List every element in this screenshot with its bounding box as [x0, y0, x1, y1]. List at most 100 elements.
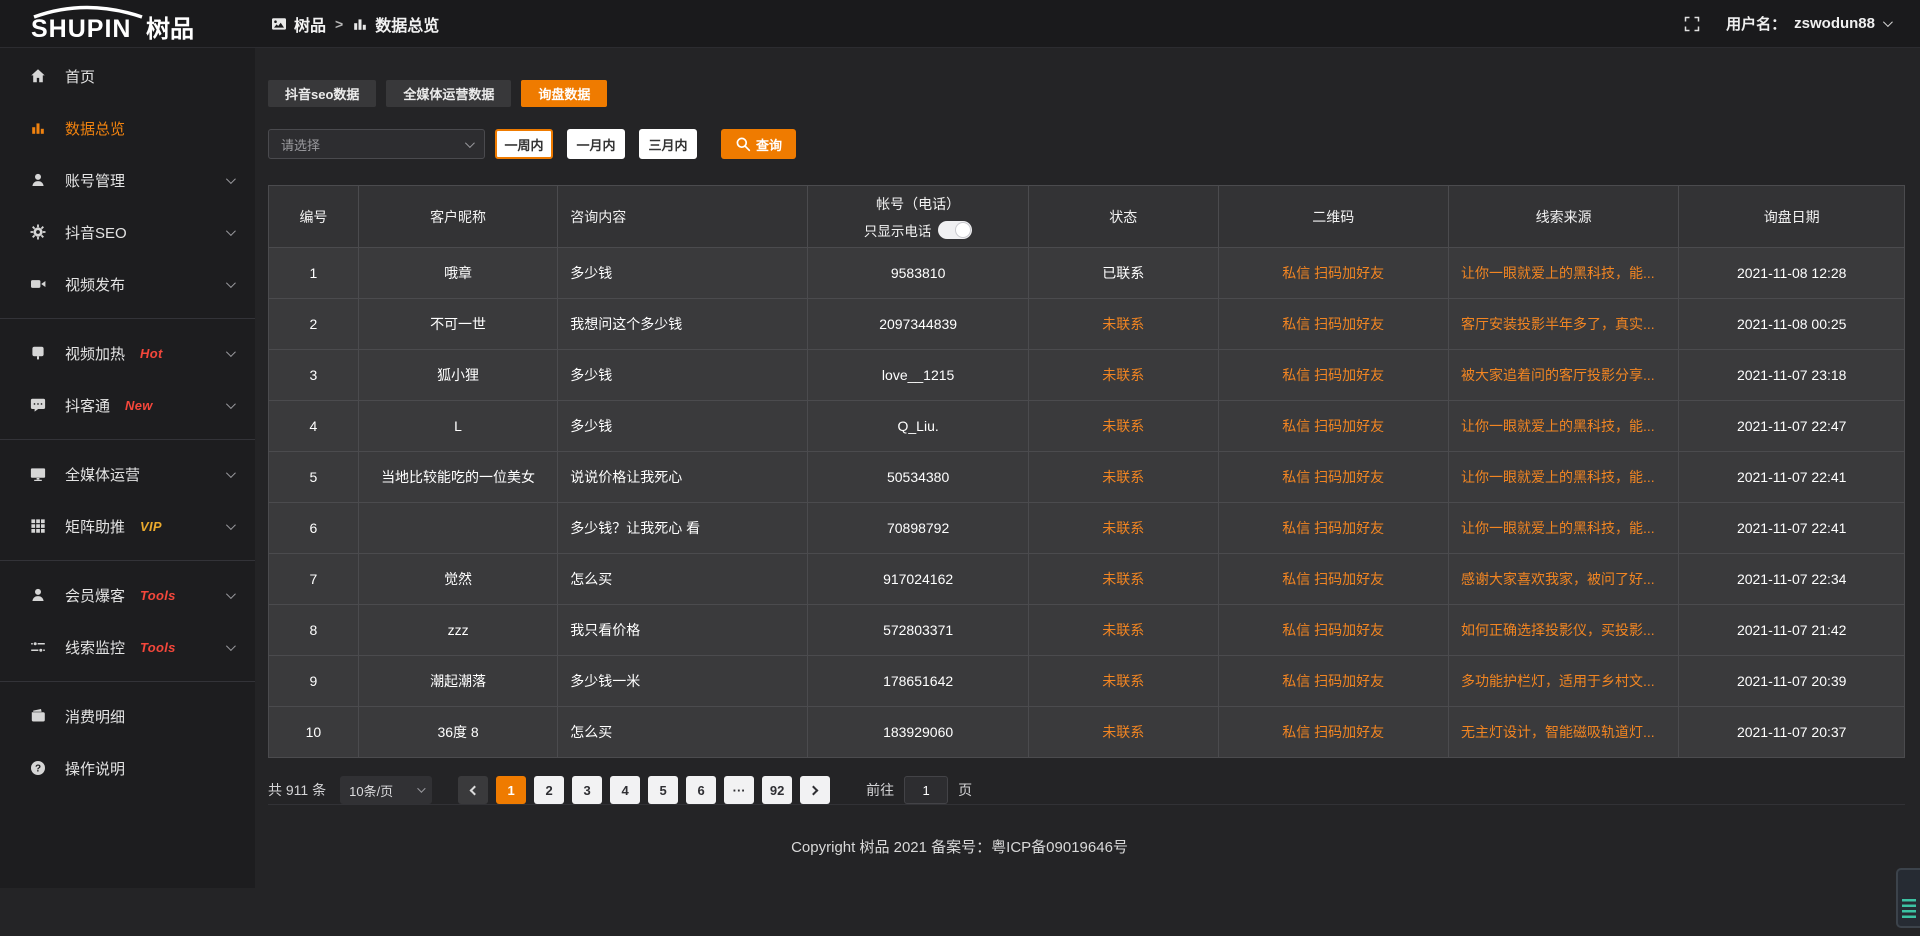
- svg-text:?: ?: [35, 764, 41, 775]
- next-page-button[interactable]: [800, 776, 830, 804]
- page-size-select[interactable]: 10条/页: [340, 776, 432, 804]
- cell-qrcode-link[interactable]: 私信 扫码加好友: [1218, 503, 1448, 554]
- tab-douyin-seo-data[interactable]: 抖音seo数据: [268, 80, 376, 107]
- cell-source-link[interactable]: 如何正确选择投影仪，买投影...: [1448, 605, 1678, 656]
- tab-media-ops-data[interactable]: 全媒体运营数据: [386, 80, 511, 107]
- cell-source-link[interactable]: 多功能护栏灯，适用于乡村文...: [1448, 656, 1678, 707]
- tab-inquiry-data[interactable]: 询盘数据: [521, 80, 607, 107]
- cell-qrcode-link[interactable]: 私信 扫码加好友: [1218, 299, 1448, 350]
- page-button-5[interactable]: 5: [648, 776, 678, 804]
- cell-nickname: 狐小狸: [358, 350, 557, 401]
- sidebar-item-overview[interactable]: 数据总览: [0, 102, 255, 154]
- cell-qrcode-link[interactable]: 私信 扫码加好友: [1218, 554, 1448, 605]
- cell-account: Q_Liu.: [808, 401, 1029, 452]
- cell-account: 178651642: [808, 656, 1029, 707]
- sidebar-item-matrix-boost[interactable]: 矩阵助推VIP: [0, 500, 255, 552]
- prev-page-button[interactable]: [458, 776, 488, 804]
- cell-date: 2021-11-07 20:39: [1679, 656, 1905, 707]
- cell-qrcode-link[interactable]: 私信 扫码加好友: [1218, 707, 1448, 758]
- cell-source-link[interactable]: 被大家追着问的客厅投影分享...: [1448, 350, 1678, 401]
- cell-qrcode-link[interactable]: 私信 扫码加好友: [1218, 605, 1448, 656]
- date-range-button[interactable]: 一周内: [495, 129, 553, 159]
- cell-qrcode-link[interactable]: 私信 扫码加好友: [1218, 350, 1448, 401]
- cell-qrcode-link[interactable]: 私信 扫码加好友: [1218, 452, 1448, 503]
- cell-source-link[interactable]: 无主灯设计，智能磁吸轨道灯...: [1448, 707, 1678, 758]
- cell-content: 多少钱？让我死心 看: [558, 503, 808, 554]
- page-button-92[interactable]: 92: [762, 776, 792, 804]
- sidebar-item-expense-detail[interactable]: 消费明细: [0, 690, 255, 742]
- account-header-label: 帐号（电话）: [820, 194, 1016, 214]
- cell-id: 2: [269, 299, 359, 350]
- cell-source-link[interactable]: 让你一眼就爱上的黑科技，能...: [1448, 503, 1678, 554]
- page-number-buttons: 123456 ··· 92: [488, 776, 792, 804]
- cell-account: 70898792: [808, 503, 1029, 554]
- page-button-3[interactable]: 3: [572, 776, 602, 804]
- breadcrumb-item-root[interactable]: 树品: [271, 12, 326, 36]
- filter-select[interactable]: 请选择: [268, 129, 485, 159]
- page-button-4[interactable]: 4: [610, 776, 640, 804]
- cell-qrcode-link[interactable]: 私信 扫码加好友: [1218, 656, 1448, 707]
- sidebar-item-label: 账号管理: [65, 170, 125, 191]
- date-range-button[interactable]: 三月内: [639, 129, 697, 159]
- cell-id: 8: [269, 605, 359, 656]
- col-header-source: 线索来源: [1448, 186, 1678, 248]
- search-button[interactable]: 查询: [721, 129, 796, 159]
- cell-id: 4: [269, 401, 359, 452]
- sidebar-item-help[interactable]: ?操作说明: [0, 742, 255, 794]
- sidebar-item-media-ops[interactable]: 全媒体运营: [0, 448, 255, 500]
- cell-source-link[interactable]: 客厅安装投影半年多了，真实...: [1448, 299, 1678, 350]
- floating-widget[interactable]: [1896, 868, 1920, 928]
- cell-account: 572803371: [808, 605, 1029, 656]
- cell-content: 我只看价格: [558, 605, 808, 656]
- cell-qrcode-link[interactable]: 私信 扫码加好友: [1218, 248, 1448, 299]
- user-menu[interactable]: 用户名：zswodun88: [1726, 13, 1890, 34]
- fullscreen-icon[interactable]: [1684, 16, 1700, 32]
- cell-nickname: [358, 503, 557, 554]
- goto-page-input[interactable]: 1: [904, 776, 948, 804]
- video-heat-icon: [30, 345, 48, 361]
- grid-icon: [30, 518, 48, 534]
- cell-source-link[interactable]: 让你一眼就爱上的黑科技，能...: [1448, 248, 1678, 299]
- logo[interactable]: SHUPIN 树品: [0, 5, 255, 43]
- sidebar-item-account[interactable]: 账号管理: [0, 154, 255, 206]
- select-placeholder: 请选择: [281, 135, 320, 154]
- cell-content: 怎么买: [558, 707, 808, 758]
- cell-qrcode-link[interactable]: 私信 扫码加好友: [1218, 401, 1448, 452]
- cell-account: love__1215: [808, 350, 1029, 401]
- table-row: 3狐小狸多少钱love__1215未联系私信 扫码加好友被大家追着问的客厅投影分…: [269, 350, 1905, 401]
- cell-nickname: zzz: [358, 605, 557, 656]
- cell-source-link[interactable]: 让你一眼就爱上的黑科技，能...: [1448, 452, 1678, 503]
- table-row: 5当地比较能吃的一位美女说说价格让我死心50534380未联系私信 扫码加好友让…: [269, 452, 1905, 503]
- page-ellipsis-button[interactable]: ···: [724, 776, 754, 804]
- bar-chart-icon: [30, 120, 48, 136]
- breadcrumb-item-current[interactable]: 数据总览: [352, 12, 439, 36]
- sidebar-item-label: 矩阵助推: [65, 516, 125, 537]
- gear-icon: [30, 224, 48, 240]
- page-button-1[interactable]: 1: [496, 776, 526, 804]
- breadcrumb-separator: >: [335, 16, 343, 32]
- sidebar-item-video-publish[interactable]: 视频发布: [0, 258, 255, 310]
- cell-content: 多少钱: [558, 350, 808, 401]
- sidebar-item-member-burst[interactable]: 会员爆客Tools: [0, 569, 255, 621]
- page-button-6[interactable]: 6: [686, 776, 716, 804]
- sidebar-item-douyin-seo[interactable]: 抖音SEO: [0, 206, 255, 258]
- sidebar-item-home[interactable]: 首页: [0, 50, 255, 102]
- search-icon: [735, 136, 751, 152]
- table-row: 4L多少钱Q_Liu.未联系私信 扫码加好友让你一眼就爱上的黑科技，能...20…: [269, 401, 1905, 452]
- top-header: SHUPIN 树品 树品 > 数据总览 用户名：zswodun88: [0, 0, 1920, 48]
- home-icon: [30, 68, 48, 84]
- page-button-2[interactable]: 2: [534, 776, 564, 804]
- cell-source-link[interactable]: 感谢大家喜欢我家，被问了好...: [1448, 554, 1678, 605]
- cell-source-link[interactable]: 让你一眼就爱上的黑科技，能...: [1448, 401, 1678, 452]
- date-range-button[interactable]: 一月内: [567, 129, 625, 159]
- sidebar-item-clue-monitor[interactable]: 线索监控Tools: [0, 621, 255, 673]
- cell-status: 未联系: [1028, 605, 1218, 656]
- sidebar-item-video-heat[interactable]: 视频加热Hot: [0, 327, 255, 379]
- sidebar-item-douketong[interactable]: 抖客通New: [0, 379, 255, 431]
- sidebar-item-label: 会员爆客: [65, 585, 125, 606]
- cell-nickname: 哦章: [358, 248, 557, 299]
- question-circle-icon: ?: [30, 760, 48, 776]
- cell-date: 2021-11-07 22:47: [1679, 401, 1905, 452]
- phone-only-toggle[interactable]: [938, 221, 972, 239]
- page-footer: Copyright 树品 2021 备案号：粤ICP备09019646号: [268, 804, 1905, 888]
